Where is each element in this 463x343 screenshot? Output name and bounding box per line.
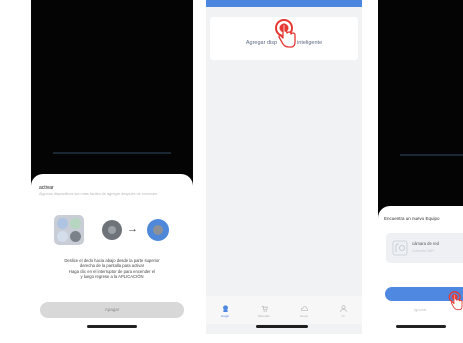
found-device-title: Encuentra un nuevo Equipo (384, 216, 440, 221)
home-indicator (256, 325, 308, 328)
cart-icon (261, 306, 268, 312)
toggle-on-icon (147, 219, 169, 241)
ignore-link[interactable]: Ignorar (414, 307, 427, 312)
tab-yo[interactable]: Yo (330, 296, 356, 318)
phone-screen-activate: activar Algunos dispositivos son más fác… (31, 0, 193, 334)
found-device-sheet: Encuentra un nuevo Equipo cámara de red … (378, 206, 463, 334)
device-name: cámara de red (412, 241, 439, 246)
tab-label: Mercado (258, 314, 270, 318)
home-icon (222, 305, 228, 312)
header-bar (206, 0, 362, 7)
phone-screen-found-device: Encuentra un nuevo Equipo cámara de red … (378, 0, 463, 334)
bottom-tab-bar: Hogar Mercado Grupo Yo (206, 296, 362, 324)
apagar-button[interactable]: Apagar (40, 302, 184, 318)
tab-hogar[interactable]: Hogar (212, 296, 238, 318)
home-indicator (87, 325, 137, 328)
status-line (400, 154, 463, 156)
activate-bottom-sheet: activar Algunos dispositivos son más fác… (31, 174, 193, 334)
status-line (53, 152, 171, 154)
phone-screen-home: Agregar disp inteligente Hogar Mercado Gr… (206, 0, 362, 334)
tab-mercado[interactable]: Mercado (251, 296, 277, 318)
sheet-subtitle: Algunos dispositivos son más fáciles de … (39, 192, 158, 196)
tab-label: Yo (341, 314, 345, 318)
toggle-off-icon (102, 220, 122, 240)
instruction-line: y luego regrese a la APLICACIÓN (80, 274, 144, 280)
tab-grupo[interactable]: Grupo (291, 296, 317, 318)
sheet-title: activar (39, 185, 54, 191)
control-center-tile-icon (54, 215, 84, 245)
add-device-label-end: inteligente (297, 40, 323, 46)
home-indicator (396, 325, 446, 328)
camera-device-icon (392, 240, 408, 256)
tab-label: Grupo (299, 314, 309, 318)
add-device-label-start: Agregar disp (245, 40, 278, 46)
user-icon (339, 305, 347, 312)
device-subtitle: Conexión WiFi (412, 249, 435, 253)
instructions-text: Deslice el dedo hacia abajo desde la par… (37, 258, 187, 280)
device-card[interactable]: cámara de red Conexión WiFi (386, 233, 463, 263)
arrow-right-icon: → (127, 223, 138, 235)
cloud-icon (300, 306, 308, 311)
hand-pointer-icon (448, 291, 463, 311)
hand-pointer-icon (275, 19, 296, 48)
tab-label: Hogar (220, 314, 230, 318)
